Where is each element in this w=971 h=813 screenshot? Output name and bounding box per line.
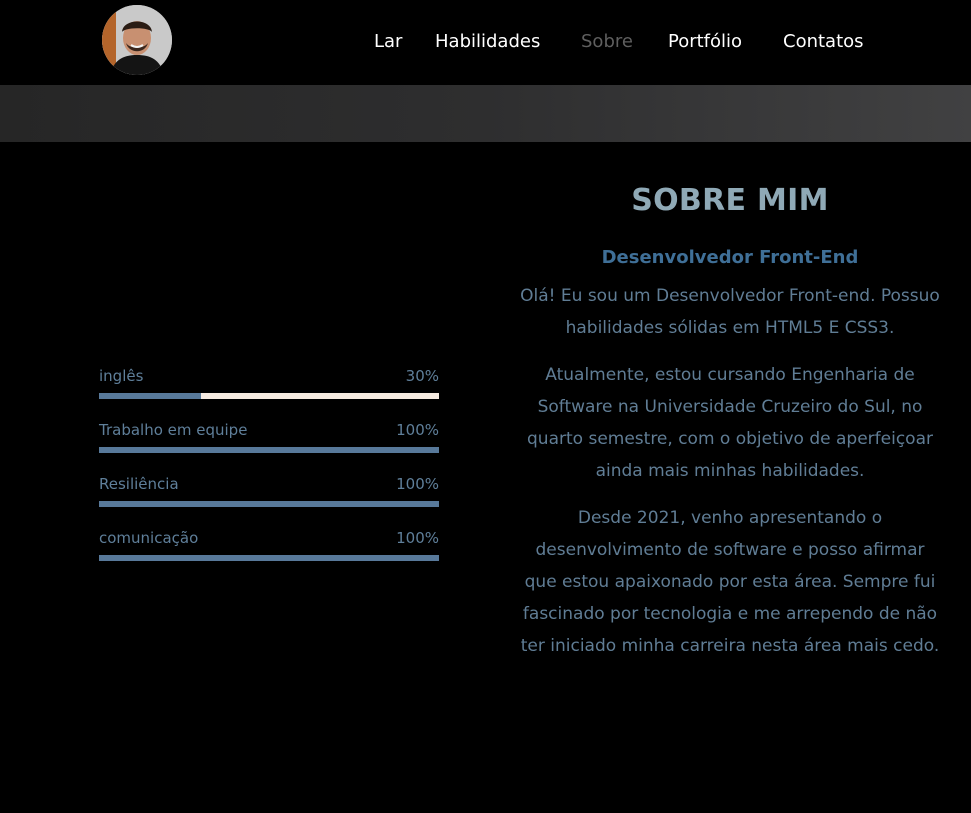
about-subtitle: Desenvolvedor Front-End bbox=[601, 247, 859, 268]
skills-list: inglês 30% Trabalho em equipe 100% Resil… bbox=[99, 366, 439, 582]
about-paragraph-2: Atualmente, estou cursando Engenharia de… bbox=[527, 365, 933, 481]
nav-link-contatos[interactable]: Contatos bbox=[783, 31, 864, 53]
skill-progress-track bbox=[99, 447, 439, 453]
nav-link-lar[interactable]: Lar bbox=[374, 31, 402, 53]
skill-progress-track bbox=[99, 501, 439, 507]
hero-band bbox=[0, 85, 971, 142]
main-nav: Lar Habilidades Sobre Portfólio Contatos bbox=[0, 0, 971, 85]
skill-percent: 30% bbox=[405, 367, 439, 385]
skill-percent: 100% bbox=[396, 529, 439, 547]
nav-link-habilidades[interactable]: Habilidades bbox=[435, 31, 540, 53]
skill-progress-fill bbox=[99, 501, 439, 507]
about-paragraph-1: Olá! Eu sou um Desenvolvedor Front-end. … bbox=[520, 286, 940, 338]
skill-name: Trabalho em equipe bbox=[99, 421, 248, 439]
skill-item-ingles: inglês 30% bbox=[99, 366, 439, 420]
nav-link-portfolio[interactable]: Portfólio bbox=[668, 31, 742, 53]
skill-name: Resiliência bbox=[99, 475, 179, 493]
about-title: SOBRE MIM bbox=[631, 183, 829, 218]
skill-name: comunicação bbox=[99, 529, 199, 547]
skill-name: inglês bbox=[99, 367, 144, 385]
skill-percent: 100% bbox=[396, 421, 439, 439]
skill-progress-fill bbox=[99, 555, 439, 561]
about-paragraph-3: Desde 2021, venho apresentando o desenvo… bbox=[520, 508, 940, 656]
skill-progress-track bbox=[99, 393, 439, 399]
about-section: SOBRE MIM Desenvolvedor Front-End Olá! E… bbox=[520, 180, 940, 662]
skill-progress-fill bbox=[99, 393, 201, 399]
skill-item-comunicacao: comunicação 100% bbox=[99, 528, 439, 582]
skill-progress-fill bbox=[99, 447, 439, 453]
nav-link-sobre[interactable]: Sobre bbox=[581, 31, 633, 53]
skill-percent: 100% bbox=[396, 475, 439, 493]
navbar: Lar Habilidades Sobre Portfólio Contatos bbox=[0, 0, 971, 85]
skill-item-resiliencia: Resiliência 100% bbox=[99, 474, 439, 528]
skill-item-trabalho-em-equipe: Trabalho em equipe 100% bbox=[99, 420, 439, 474]
skill-progress-track bbox=[99, 555, 439, 561]
